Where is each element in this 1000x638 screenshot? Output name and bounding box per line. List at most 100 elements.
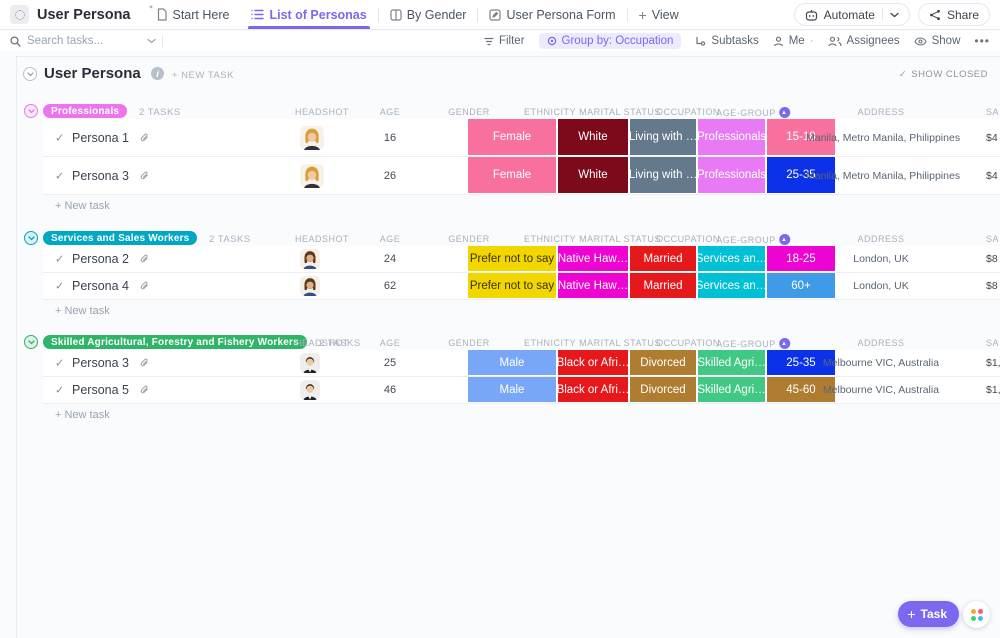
marital-cell[interactable]: Divorced — [630, 377, 696, 402]
ethnicity-cell[interactable]: Native Haw… — [558, 273, 628, 298]
column-header[interactable]: OCCUPATION — [656, 338, 720, 348]
gender-cell[interactable]: Male — [468, 350, 556, 375]
salary-value[interactable]: $4 — [986, 132, 998, 144]
column-header[interactable]: HEADSHOT — [295, 107, 349, 117]
share-button[interactable]: Share — [918, 3, 990, 26]
add-view-button[interactable]: + View — [628, 0, 690, 29]
table-row[interactable]: ✓ Persona 2 24 Prefer not to sayNative Ha… — [43, 246, 1000, 273]
tab-by-gender[interactable]: By Gender — [379, 0, 478, 29]
tab-start-here[interactable]: ✶ Start Here — [145, 0, 241, 29]
headshot-avatar[interactable] — [300, 164, 324, 188]
column-header[interactable]: AGE-GROUP▲ — [716, 338, 790, 349]
age-value[interactable]: 16 — [365, 132, 415, 144]
task-complete-check[interactable]: ✓ — [55, 253, 64, 266]
column-header[interactable]: ADDRESS — [857, 107, 904, 117]
me-filter-button[interactable]: Me · — [773, 35, 814, 47]
ethnicity-cell[interactable]: White — [558, 157, 628, 193]
column-header[interactable]: AGE-GROUP▲ — [716, 107, 790, 118]
section-collapse-icon[interactable] — [23, 67, 37, 81]
table-row[interactable]: ✓ Persona 5 46MaleBlack or Afri…Divorced… — [43, 377, 1000, 404]
occupation-cell[interactable]: Professionals — [698, 119, 765, 155]
column-header[interactable]: HEADSHOT — [295, 338, 349, 348]
address-value[interactable]: Melbourne VIC, Australia — [806, 384, 956, 396]
assignees-button[interactable]: Assignees — [828, 35, 900, 47]
column-header[interactable]: GENDER — [448, 338, 490, 348]
subtasks-button[interactable]: Subtasks — [695, 35, 758, 47]
ethnicity-cell[interactable]: Black or Afri… — [558, 377, 628, 402]
column-header[interactable]: SA — [986, 234, 999, 244]
column-header[interactable]: HEADSHOT — [295, 234, 349, 244]
column-header[interactable]: GENDER — [448, 234, 490, 244]
group-by-button[interactable]: Group by: Occupation — [539, 33, 682, 49]
address-value[interactable]: Manila, Metro Manila, Philippines — [806, 132, 956, 144]
filter-button[interactable]: Filter — [484, 35, 525, 47]
more-options-button[interactable]: ••• — [974, 34, 990, 48]
tab-list-of-personas[interactable]: List of Personas — [240, 0, 377, 29]
column-header[interactable]: MARITAL STATUS — [579, 338, 661, 348]
salary-value[interactable]: $4 — [986, 170, 998, 182]
column-header[interactable]: MARITAL STATUS — [579, 107, 661, 117]
salary-value[interactable]: $1, — [986, 357, 1000, 369]
attachment-icon[interactable] — [139, 385, 150, 396]
headshot-avatar[interactable] — [300, 276, 320, 296]
column-header[interactable]: AGE — [380, 338, 401, 348]
marital-cell[interactable]: Married — [630, 246, 696, 271]
ethnicity-cell[interactable]: Native Haw… — [558, 246, 628, 271]
gender-cell[interactable]: Male — [468, 377, 556, 402]
gender-cell[interactable]: Prefer not to say — [468, 273, 556, 298]
attachment-icon[interactable] — [139, 170, 150, 181]
task-name[interactable]: Persona 3 — [72, 169, 129, 183]
address-value[interactable]: Manila, Metro Manila, Philippines — [806, 170, 956, 182]
group-collapse-icon[interactable] — [24, 231, 38, 245]
task-complete-check[interactable]: ✓ — [55, 280, 64, 293]
gender-cell[interactable]: Prefer not to say — [468, 246, 556, 271]
search-input[interactable] — [27, 35, 127, 47]
table-row[interactable]: ✓ Persona 1 16 FemaleWhiteLiving with …Pr… — [43, 119, 1000, 157]
new-task-button[interactable]: + New task — [55, 305, 110, 317]
column-header[interactable]: ETHNICITY — [524, 107, 576, 117]
task-name[interactable]: Persona 5 — [72, 383, 129, 397]
add-task-fab[interactable]: + Task — [898, 601, 959, 627]
table-row[interactable]: ✓ Persona 4 62Prefer not to sayNative Ha… — [43, 273, 1000, 300]
group-name-pill[interactable]: Professionals — [43, 104, 127, 118]
column-header[interactable]: GENDER — [448, 107, 490, 117]
new-task-button[interactable]: + New task — [55, 409, 110, 421]
sort-asc-badge[interactable]: ▲ — [779, 338, 790, 349]
group-collapse-icon[interactable] — [24, 335, 38, 349]
address-value[interactable]: Melbourne VIC, Australia — [806, 357, 956, 369]
gender-cell[interactable]: Female — [468, 119, 556, 155]
age-value[interactable]: 25 — [365, 357, 415, 369]
task-name[interactable]: Persona 1 — [72, 131, 129, 145]
column-header[interactable]: ETHNICITY — [524, 234, 576, 244]
occupation-cell[interactable]: Services an… — [698, 273, 765, 298]
address-value[interactable]: London, UK — [806, 253, 956, 265]
column-header[interactable]: ADDRESS — [857, 234, 904, 244]
marital-cell[interactable]: Living with … — [630, 119, 696, 155]
task-name[interactable]: Persona 2 — [72, 252, 129, 266]
headshot-avatar[interactable] — [300, 380, 320, 400]
task-complete-check[interactable]: ✓ — [55, 169, 64, 182]
marital-cell[interactable]: Living with … — [630, 157, 696, 193]
occupation-cell[interactable]: Skilled Agri… — [698, 350, 765, 375]
attachment-icon[interactable] — [139, 281, 150, 292]
task-name[interactable]: Persona 3 — [72, 356, 129, 370]
column-header[interactable]: MARITAL STATUS — [579, 234, 661, 244]
info-icon[interactable]: i — [151, 67, 164, 80]
column-header[interactable]: AGE — [380, 234, 401, 244]
new-task-top-button[interactable]: + NEW TASK — [172, 70, 234, 81]
table-row[interactable]: ✓ Persona 3 26FemaleWhiteLiving with …Pr… — [43, 157, 1000, 195]
task-complete-check[interactable]: ✓ — [55, 131, 64, 144]
gender-cell[interactable]: Female — [468, 157, 556, 193]
sort-asc-badge[interactable]: ▲ — [779, 107, 790, 118]
ethnicity-cell[interactable]: White — [558, 119, 628, 155]
salary-value[interactable]: $8 — [986, 280, 998, 292]
chevron-down-icon[interactable] — [147, 38, 156, 44]
list-avatar-icon[interactable] — [10, 5, 29, 24]
task-name[interactable]: Persona 4 — [72, 279, 129, 293]
occupation-cell[interactable]: Services an… — [698, 246, 765, 271]
column-header[interactable]: OCCUPATION — [656, 234, 720, 244]
column-header[interactable]: ADDRESS — [857, 338, 904, 348]
age-value[interactable]: 24 — [365, 253, 415, 265]
tab-user-persona-form[interactable]: User Persona Form — [478, 0, 626, 29]
address-value[interactable]: London, UK — [806, 280, 956, 292]
